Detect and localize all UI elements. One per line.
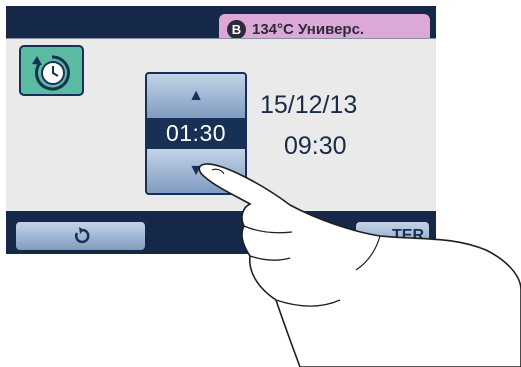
- arrow-up-icon: ▲: [188, 87, 204, 104]
- touch-screen: B 134°C Универс. ▲ 01:30 ▼ 15/12/13 09:3…: [6, 6, 436, 254]
- back-arrow-icon: [74, 227, 89, 244]
- enter-button[interactable]: TER: [356, 222, 429, 250]
- top-bar: B 134°C Универс.: [6, 6, 436, 44]
- timer-mode-button[interactable]: [19, 45, 84, 96]
- increment-button[interactable]: ▲: [147, 74, 245, 118]
- date-readout: 15/12/13: [260, 91, 358, 119]
- delay-time-stepper: ▲ 01:30 ▼: [145, 72, 247, 195]
- main-panel: ▲ 01:30 ▼ 15/12/13 09:30: [6, 38, 436, 211]
- timer-clock-icon: [31, 54, 70, 90]
- delay-time-value: 01:30: [165, 120, 227, 146]
- enter-button-label: TER: [392, 227, 424, 244]
- time-readout: 09:30: [284, 132, 347, 160]
- decrement-button[interactable]: ▼: [147, 149, 245, 193]
- program-letter-badge: B: [227, 19, 246, 39]
- bottom-bar: TER: [6, 211, 436, 254]
- back-button[interactable]: [16, 222, 145, 250]
- program-label: 134°C Универс.: [252, 20, 365, 38]
- arrow-down-icon: ▼: [188, 162, 204, 179]
